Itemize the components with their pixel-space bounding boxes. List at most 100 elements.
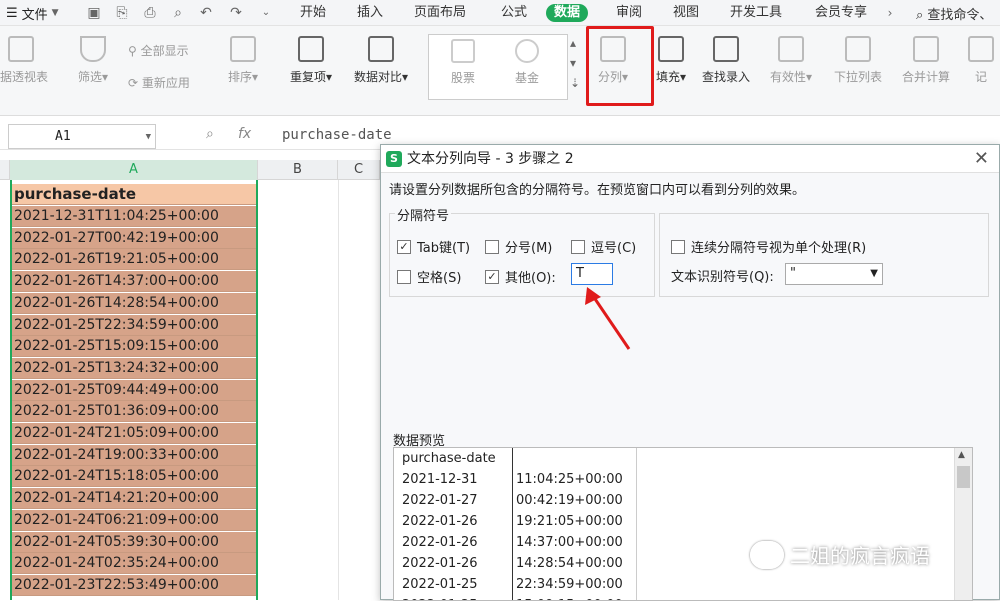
text-to-columns-dialog: S 文本分列向导 - 3 步骤之 2 ✕ 请设置分列数据所包含的分隔符号。在预览…: [380, 144, 1000, 601]
command-search[interactable]: ⌕ 查找命令、: [916, 4, 992, 23]
tab-1[interactable]: 插入: [357, 4, 383, 22]
preview-cell: 2022-01-26: [402, 535, 478, 550]
yen-icon: [515, 39, 539, 63]
fund-label: 基金: [514, 71, 539, 85]
duplicates-icon: [298, 36, 325, 62]
validity-button[interactable]: 有效性▾: [770, 36, 812, 85]
duplicates-button[interactable]: 重复项▾: [290, 36, 332, 85]
export-icon[interactable]: ⎘: [112, 3, 132, 23]
save-icon[interactable]: ▣: [84, 3, 104, 23]
formula-input[interactable]: purchase-date: [282, 127, 392, 143]
semicolon-checkbox-label: 分号(M): [505, 241, 553, 256]
consecutive-checkbox-label: 连续分隔符号视为单个处理(R): [691, 241, 867, 256]
tab-0[interactable]: 开始: [300, 4, 326, 22]
fill-label: 填充: [656, 70, 681, 84]
select-all-corner[interactable]: [0, 160, 10, 180]
wechat-icon: [750, 540, 784, 569]
redo-icon[interactable]: ↷: [226, 3, 246, 23]
dropdown-list-button[interactable]: 下拉列表: [834, 36, 882, 85]
record-button[interactable]: 记: [968, 36, 994, 85]
tab-2[interactable]: 页面布局: [414, 4, 466, 22]
merge-calc-button[interactable]: 合并计算: [902, 36, 950, 85]
scroll-up-icon[interactable]: ▲: [958, 450, 965, 460]
filter-label: 筛选: [78, 70, 103, 84]
validity-label: 有效性: [770, 70, 807, 84]
pivot-table-button[interactable]: 据透视表: [0, 36, 58, 85]
print-preview-icon[interactable]: ⌕: [168, 3, 188, 23]
chevron-right-icon[interactable]: ›: [880, 3, 900, 23]
stock-fund-gallery: 股票 基金: [428, 34, 568, 100]
tab-7[interactable]: 开发工具: [730, 4, 782, 22]
dialog-instruction: 请设置分列数据所包含的分隔符号。在预览窗口内可以看到分列的效果。: [389, 183, 806, 198]
print-icon[interactable]: ⎙: [140, 3, 160, 23]
preview-cell: 2022-01-26: [402, 556, 478, 571]
refresh-icon: ⟳: [128, 76, 139, 90]
semicolon-checkbox[interactable]: 分号(M): [485, 237, 552, 256]
column-header-b[interactable]: B: [258, 160, 338, 180]
data-compare-button[interactable]: 数据对比▾: [354, 36, 408, 85]
lookup-entry-label: 查找录入: [702, 70, 751, 84]
tab-3[interactable]: 公式: [501, 4, 527, 22]
tab-6[interactable]: 视图: [673, 4, 699, 22]
fx-icon[interactable]: fx: [238, 126, 251, 142]
consecutive-checkbox[interactable]: 连续分隔符号视为单个处理(R): [671, 237, 866, 256]
funnel-icon: [80, 36, 107, 62]
fill-button[interactable]: 填充▾: [656, 36, 686, 85]
search-icon: ⌕: [916, 8, 924, 23]
column-header-a[interactable]: A: [10, 160, 258, 180]
preview-cell: 2022-01-25: [402, 577, 478, 592]
preview-cell: 2022-01-25: [402, 595, 512, 600]
gallery-scroll-up-icon[interactable]: ▴: [570, 36, 576, 50]
gallery-expand-icon[interactable]: ⇣: [570, 76, 580, 90]
tab-4[interactable]: 数据: [546, 4, 589, 22]
preview-cell: 14:28:54+00:00: [516, 556, 623, 571]
reapply-button[interactable]: ⟳ 重新应用: [128, 74, 190, 91]
reapply-label: 重新应用: [141, 76, 190, 90]
column-divider: [636, 448, 637, 600]
customize-chevron-icon[interactable]: ⌄: [256, 3, 276, 23]
space-checkbox-label: 空格(S): [417, 271, 462, 286]
zoom-icon[interactable]: ⌕: [206, 126, 214, 142]
comma-checkbox-label: 逗号(C): [591, 241, 637, 256]
merge-calc-icon: [913, 36, 939, 62]
fund-button[interactable]: 基金: [497, 39, 557, 86]
sort-button[interactable]: 排序▾: [228, 36, 258, 85]
undo-icon[interactable]: ↶: [196, 3, 216, 23]
stock-label: 股票: [450, 71, 475, 85]
record-label: 记: [974, 70, 987, 84]
other-checkbox[interactable]: ✓ 其他(O):: [485, 267, 556, 286]
data-preview: purchase-date 2021-12-31 11:04:25+00:00 202…: [393, 447, 973, 601]
data-compare-label: 数据对比: [354, 70, 403, 84]
duplicates-label: 重复项: [290, 70, 327, 84]
file-menu[interactable]: ☰ 文件 ▼: [0, 4, 65, 23]
tab-checkbox-label: Tab键(T): [417, 241, 471, 256]
preview-cell: 22:34:59+00:00: [516, 577, 623, 592]
fill-down-icon: [658, 36, 685, 62]
column-header-c[interactable]: C: [338, 160, 380, 180]
tab-checkbox[interactable]: ✓ Tab键(T): [397, 237, 470, 256]
lookup-entry-button[interactable]: 查找录入: [702, 36, 750, 85]
name-box-value: A1: [55, 129, 71, 144]
tab-8[interactable]: 会员专享: [815, 4, 867, 22]
watermark: 二姐的疯言疯语: [750, 540, 930, 569]
gridline: [338, 180, 339, 600]
filter-button[interactable]: 筛选▾: [78, 36, 108, 85]
tab-5[interactable]: 审阅: [616, 4, 642, 22]
preview-cell: 11:04:25+00:00: [516, 472, 623, 487]
stock-button[interactable]: 股票: [433, 39, 493, 86]
close-icon[interactable]: ✕: [974, 145, 989, 173]
scrollbar-thumb[interactable]: [957, 466, 970, 488]
space-checkbox[interactable]: 空格(S): [397, 267, 461, 286]
comma-checkbox[interactable]: 逗号(C): [571, 237, 636, 256]
preview-scrollbar[interactable]: ▲: [954, 448, 972, 600]
text-qualifier-select[interactable]: " ▼: [785, 263, 883, 285]
preview-cell: 2022-01-26: [402, 514, 478, 529]
gallery-scroll-down-icon[interactable]: ▾: [570, 56, 576, 70]
other-delimiter-input[interactable]: T: [571, 263, 613, 285]
text-qualifier-value: ": [790, 266, 796, 281]
ribbon-data: 据透视表 筛选▾ ⚲ 全部显示 ⟳ 重新应用 排序▾ 重复项▾ 数据对比▾ 股票…: [0, 26, 1000, 116]
show-all-button[interactable]: ⚲ 全部显示: [128, 42, 189, 59]
name-box[interactable]: A1 ▼: [8, 124, 156, 149]
pivot-table-label: 据透视表: [0, 70, 49, 84]
red-arrow-annotation: [585, 287, 631, 350]
